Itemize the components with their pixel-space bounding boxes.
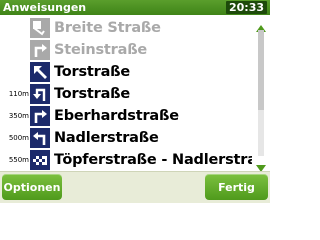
distance-label: 110m [8, 89, 29, 98]
street-name: Töpferstraße - Nadlerstraß... [54, 151, 252, 168]
list-item[interactable]: 550m Töpferstraße - Nadlerstraß... [0, 148, 252, 171]
options-button[interactable]: Optionen [2, 174, 62, 200]
scroll-up-arrow-icon[interactable] [255, 18, 267, 32]
turn-right-icon [30, 105, 50, 126]
bottom-bar: Optionen Fertig [0, 171, 270, 203]
title-bar: Anweisungen 20:33 [0, 0, 270, 15]
screen-title: Anweisungen [3, 1, 87, 14]
list-item[interactable]: 350m Eberhardstraße [0, 104, 252, 127]
scroll-thumb[interactable] [258, 30, 264, 110]
roundabout-icon [30, 17, 50, 38]
destination-flag-icon [30, 149, 50, 170]
street-name: Nadlerstraße [54, 129, 159, 146]
clock: 20:33 [225, 1, 267, 14]
list-item[interactable]: 110m Torstraße [0, 82, 252, 105]
turn-right-icon [30, 39, 50, 60]
street-name: Steinstraße [54, 41, 148, 58]
list-item[interactable]: 500m Nadlerstraße [0, 126, 252, 149]
turn-left-icon [30, 127, 50, 148]
done-button[interactable]: Fertig [205, 174, 268, 200]
scrollbar[interactable] [252, 16, 270, 172]
scroll-track[interactable] [258, 30, 264, 156]
list-item[interactable]: Breite Straße [0, 16, 252, 39]
distance-label: 350m [8, 111, 29, 120]
list-item[interactable]: Steinstraße [0, 38, 252, 61]
street-name: Eberhardstraße [54, 107, 179, 124]
distance-label: 550m [8, 155, 29, 164]
street-name: Torstraße [54, 85, 131, 102]
street-name: Breite Straße [54, 19, 161, 36]
u-turn-left-icon [30, 83, 50, 104]
scroll-down-arrow-icon[interactable] [255, 159, 267, 172]
keep-left-icon [30, 61, 50, 82]
list-item[interactable]: Torstraße [0, 60, 252, 83]
instruction-list: Breite Straße Steinstraße Torstraße 110m [0, 16, 252, 171]
distance-label: 500m [8, 133, 29, 142]
street-name: Torstraße [54, 63, 131, 80]
